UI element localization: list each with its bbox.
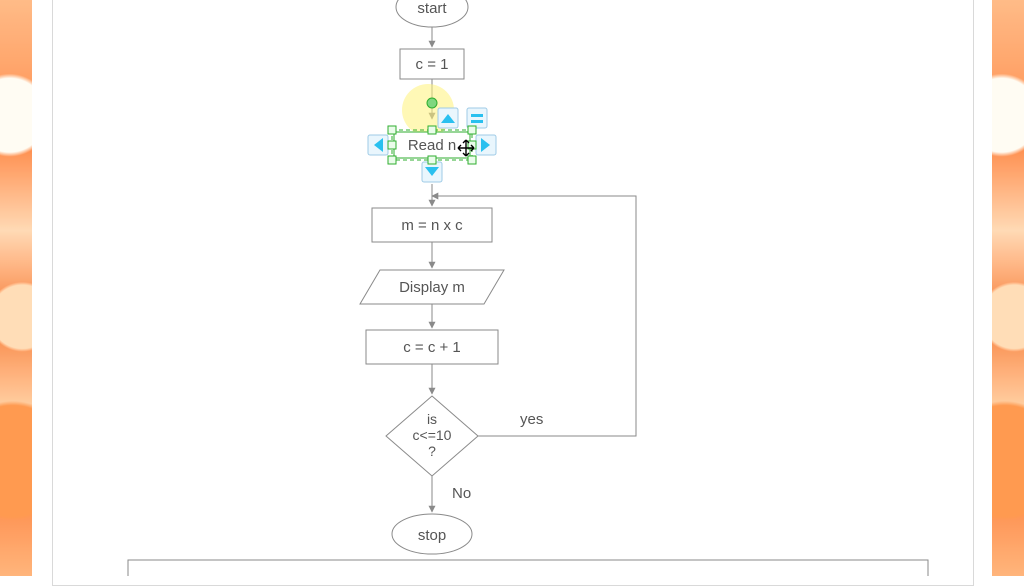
inc-label: c = c + 1 [403, 339, 461, 356]
dir-button-right[interactable] [476, 135, 496, 155]
handle-ne[interactable] [468, 126, 476, 134]
node-stop[interactable]: stop [392, 514, 472, 554]
node-mul[interactable]: m = n x c [372, 208, 492, 242]
handle-sw[interactable] [388, 156, 396, 164]
handle-nw[interactable] [388, 126, 396, 134]
handle-w[interactable] [388, 141, 396, 149]
handle-n[interactable] [428, 126, 436, 134]
bottom-panel [128, 560, 928, 576]
no-label: No [452, 485, 471, 502]
yes-label: yes [520, 411, 543, 428]
dir-button-up[interactable] [438, 108, 458, 128]
dir-button-down[interactable] [422, 162, 442, 182]
init-label: c = 1 [416, 56, 449, 73]
properties-button[interactable] [467, 108, 487, 128]
node-decision[interactable]: is c<=10 ? [386, 396, 478, 476]
disp-label: Display m [399, 279, 465, 296]
handle-s[interactable] [428, 156, 436, 164]
port-top-icon[interactable] [427, 98, 437, 108]
mul-label: m = n x c [401, 217, 463, 234]
start-label: start [417, 0, 447, 17]
handle-se[interactable] [468, 156, 476, 164]
dec-l2: c<=10 [413, 427, 452, 443]
stop-label: stop [418, 527, 446, 544]
node-display[interactable]: Display m [360, 270, 504, 304]
flowchart-svg: start c = 1 [0, 0, 1024, 576]
dec-l1: is [427, 411, 437, 427]
node-init[interactable]: c = 1 [400, 49, 464, 79]
node-inc[interactable]: c = c + 1 [366, 330, 498, 364]
dir-button-left[interactable] [368, 135, 388, 155]
node-start[interactable]: start [396, 0, 468, 27]
dec-l3: ? [428, 443, 436, 459]
read-label: Read n [408, 137, 456, 154]
